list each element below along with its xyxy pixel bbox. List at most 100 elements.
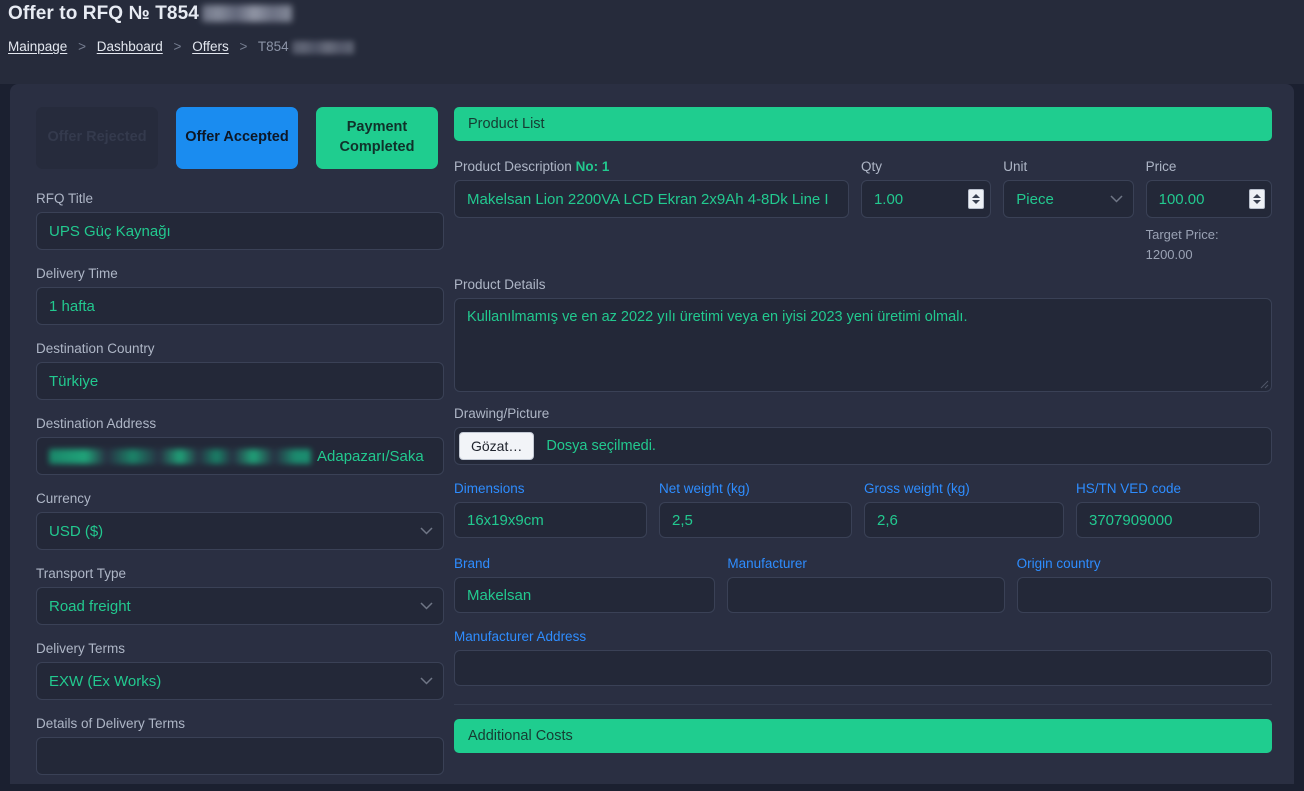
stepper-up-icon[interactable] — [972, 194, 981, 198]
product-details-wrap: Kullanılmamış ve en az 2022 yılı üretimi… — [454, 298, 1272, 393]
offer-right-column: Product List Product Description No: 1 M… — [454, 107, 1272, 754]
additional-costs-header: Additional Costs — [454, 719, 1272, 754]
destination-address-input[interactable]: Adapazarı/Saka — [36, 437, 444, 475]
rfq-title-input[interactable]: UPS Güç Kaynağı — [36, 212, 444, 250]
hs-code-group: HS/TN VED code 3707909000 — [1076, 481, 1260, 539]
currency-select[interactable]: USD ($) — [36, 512, 444, 550]
currency-group: Currency USD ($) — [36, 491, 444, 550]
breadcrumb-link-dashboard[interactable]: Dashboard — [97, 39, 163, 54]
breadcrumb-separator-3: > — [239, 39, 248, 54]
product-details-label: Product Details — [454, 277, 546, 293]
rfq-title-label: RFQ Title — [36, 191, 94, 206]
page-title: Offer to RFQ № T854 — [8, 3, 292, 25]
gross-weight-input[interactable]: 2,6 — [864, 502, 1064, 539]
hs-code-input[interactable]: 3707909000 — [1076, 502, 1260, 539]
destination-address-group: Destination Address Adapazarı/Saka — [36, 416, 444, 475]
unit-group: Unit Piece — [1003, 159, 1134, 218]
manufacturer-input[interactable] — [727, 577, 1005, 614]
product-list-header: Product List — [454, 107, 1272, 141]
net-weight-label: Net weight (kg) — [659, 481, 750, 497]
origin-country-input[interactable] — [1016, 577, 1272, 614]
product-main-row: Product Description No: 1 Makelsan Lion … — [454, 159, 1272, 265]
details-of-delivery-terms-label: Details of Delivery Terms — [36, 716, 186, 731]
net-weight-group: Net weight (kg) 2,5 — [659, 481, 852, 539]
redacted-title-suffix — [201, 5, 292, 23]
product-description-label: Product Description No: 1 — [454, 159, 610, 174]
qty-label: Qty — [860, 159, 882, 174]
breadcrumb: Mainpage > Dashboard > Offers > T854 — [8, 39, 354, 54]
product-details-textarea[interactable]: Kullanılmamış ve en az 2022 yılı üretimi… — [454, 298, 1272, 393]
qty-group: Qty 1.00 — [860, 159, 992, 218]
gross-weight-group: Gross weight (kg) 2,6 — [864, 481, 1064, 539]
breadcrumb-link-mainpage[interactable]: Mainpage — [8, 39, 67, 54]
drawing-picture-label: Drawing/Picture — [454, 406, 550, 422]
stepper-up-icon[interactable] — [1253, 194, 1261, 198]
offer-rejected-button[interactable]: Offer Rejected — [36, 107, 158, 169]
breadcrumb-link-offers[interactable]: Offers — [192, 39, 229, 54]
dimensions-label: Dimensions — [454, 481, 525, 497]
product-details-group: Product Details Kullanılmamış ve en az 2… — [454, 277, 1272, 393]
dimensions-group: Dimensions 16x19x9cm — [454, 481, 647, 539]
transport-type-group: Transport Type Road freight — [36, 566, 444, 625]
manufacturer-address-input[interactable] — [454, 650, 1272, 687]
destination-country-label: Destination Country — [36, 341, 155, 356]
target-price-value: 1200.00 — [1145, 247, 1193, 263]
payment-completed-button[interactable]: Payment Completed — [316, 107, 438, 169]
file-status-text: Dosya seçilmedi. — [546, 438, 656, 455]
delivery-time-label: Delivery Time — [36, 266, 118, 281]
destination-country-input[interactable]: Türkiye — [36, 362, 444, 400]
target-price-label: Target Price: — [1145, 227, 1219, 242]
transport-type-label: Transport Type — [36, 566, 127, 581]
offer-card: Offer Rejected Offer Accepted Payment Co… — [10, 84, 1294, 784]
dimensions-input[interactable]: 16x19x9cm — [454, 502, 647, 539]
product-description-input[interactable]: Makelsan Lion 2200VA LCD Ekran 2x9Ah 4-8… — [454, 180, 849, 218]
delivery-terms-select[interactable]: EXW (Ex Works) — [36, 662, 444, 700]
delivery-time-group: Delivery Time 1 hafta — [36, 266, 444, 325]
delivery-terms-group: Delivery Terms EXW (Ex Works) — [36, 641, 444, 700]
unit-select-wrap: Piece — [1003, 180, 1134, 218]
currency-select-wrap: USD ($) — [36, 512, 444, 550]
brand-group: Brand Makelsan — [454, 556, 716, 614]
breadcrumb-separator-1: > — [78, 39, 86, 54]
delivery-terms-label: Delivery Terms — [36, 641, 126, 656]
breadcrumb-separator-2: > — [173, 39, 182, 54]
browse-button[interactable]: Gözat… — [459, 432, 535, 461]
drawing-picture-file-input[interactable]: Gözat… Dosya seçilmedi. — [454, 427, 1272, 466]
target-price: Target Price: 1200.00 — [1146, 225, 1272, 265]
unit-select[interactable]: Piece — [1003, 180, 1134, 218]
status-button-group: Offer Rejected Offer Accepted Payment Co… — [36, 107, 444, 169]
transport-type-select[interactable]: Road freight — [36, 587, 444, 625]
destination-address-label: Destination Address — [36, 416, 157, 431]
price-stepper[interactable] — [1249, 189, 1265, 209]
details-of-delivery-terms-input[interactable] — [36, 737, 444, 775]
unit-label: Unit — [1003, 159, 1028, 174]
redacted-breadcrumb-suffix — [291, 40, 354, 54]
net-weight-input[interactable]: 2,5 — [659, 502, 852, 539]
rfq-title-group: RFQ Title UPS Güç Kaynağı — [36, 191, 444, 250]
measurements-row: Dimensions 16x19x9cm Net weight (kg) 2,5… — [454, 481, 1272, 539]
destination-country-group: Destination Country Türkiye — [36, 341, 444, 400]
hs-code-label: HS/TN VED code — [1076, 481, 1182, 497]
gross-weight-label: Gross weight (kg) — [864, 481, 970, 497]
stepper-down-icon[interactable] — [972, 200, 981, 204]
currency-label: Currency — [36, 491, 91, 506]
qty-stepper[interactable] — [968, 189, 985, 209]
product-description-group: Product Description No: 1 Makelsan Lion … — [454, 159, 849, 218]
brand-input[interactable]: Makelsan — [454, 577, 716, 614]
redacted-address-text — [49, 448, 311, 464]
price-field-wrap: 100.00 — [1145, 180, 1272, 218]
breadcrumb-current: T854 — [257, 39, 289, 54]
product-number-label: No: 1 — [575, 159, 610, 174]
page-header: Offer to RFQ № T854 Mainpage > Dashboard… — [0, 0, 1304, 84]
manufacturer-address-group: Manufacturer Address — [454, 629, 1272, 687]
page-title-text: Offer to RFQ № T854 — [8, 3, 199, 24]
delivery-terms-select-wrap: EXW (Ex Works) — [36, 662, 444, 700]
manufacturer-label: Manufacturer — [727, 556, 807, 572]
price-label: Price — [1145, 159, 1177, 174]
manufacturer-address-label: Manufacturer Address — [454, 629, 587, 645]
delivery-time-input[interactable]: 1 hafta — [36, 287, 444, 325]
offer-left-column: Offer Rejected Offer Accepted Payment Co… — [36, 107, 444, 791]
brand-row: Brand Makelsan Manufacturer Origin count… — [454, 556, 1272, 614]
stepper-down-icon[interactable] — [1253, 200, 1261, 204]
offer-accepted-button[interactable]: Offer Accepted — [176, 107, 298, 169]
